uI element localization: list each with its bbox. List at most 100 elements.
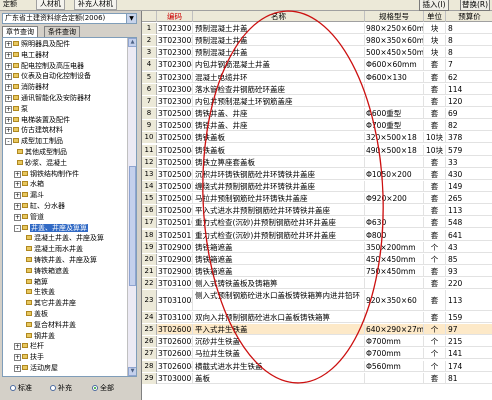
table-row[interactable]: 17 3T025010 重力式检查(沉砂)井预制钢筋砼井环井盖座 Φ630 套 548 — [142, 217, 492, 229]
table-row[interactable]: 6 3T023006 落水管检查井钢筋砼环盖座 套 114 — [142, 83, 492, 95]
table-row[interactable]: 15 3T025008 马拉井预制钢筋砼井环铸铁井盖座 Φ920×200 套 265 — [142, 193, 492, 205]
tree-item[interactable]: + 配电控制及高压电器 — [5, 62, 84, 71]
expand-icon[interactable]: + — [5, 116, 12, 124]
collapse-icon[interactable]: - — [5, 138, 12, 146]
radio-supplement[interactable]: 补充 — [50, 383, 72, 393]
header-name[interactable]: 名称 — [193, 11, 365, 22]
tab-supplement-materials[interactable]: 补充人材机 — [74, 0, 117, 10]
table-row[interactable]: 10 3T025003 铸铁盖板 320×500×18 10块 378 — [142, 132, 492, 144]
tab-chapter-search[interactable]: 章节查询 — [2, 26, 38, 37]
header-unit[interactable]: 单位 — [424, 11, 446, 22]
tree-item[interactable]: 箱箅 — [23, 278, 48, 287]
header-code[interactable]: 编码 — [157, 11, 193, 22]
table-row[interactable]: 16 3T025009 平入式进水井预制钢筋砼井环铸铁井盖座 套 113 — [142, 205, 492, 217]
tree-item[interactable]: 砂浆、混凝土 — [14, 159, 67, 168]
expand-icon[interactable]: + — [14, 203, 21, 210]
collapse-icon[interactable]: - — [14, 224, 21, 232]
expand-icon[interactable]: + — [14, 343, 21, 351]
table-row[interactable]: 19 3T029001 铸铁箱遮盖 350×200mm 个 43 — [142, 241, 492, 253]
expand-icon[interactable]: + — [5, 127, 12, 135]
tree-item[interactable]: + 消防器材 — [5, 83, 49, 92]
tree-item[interactable]: + 仿古建筑材料 — [5, 126, 63, 135]
tree-item[interactable]: + 水箱 — [14, 180, 44, 189]
expand-icon[interactable]: + — [5, 95, 12, 102]
tree-item[interactable]: 钢井盖 — [23, 332, 55, 341]
tree-item[interactable]: 生铁盖 — [23, 288, 55, 297]
table-row[interactable]: 23 3T031002 侧入式预制钢筋砼进水口盖板铸铁箱箅内进井铅环 920×350×… — [142, 290, 492, 312]
expand-icon[interactable]: + — [14, 365, 21, 372]
tree-item[interactable]: 其它井盖井座 — [23, 299, 76, 308]
tree-item[interactable]: - 井盖、井座及箅箅 — [14, 223, 88, 233]
tree-scrollbar[interactable]: ▲ ▼ — [127, 38, 136, 376]
expand-icon[interactable]: + — [14, 213, 21, 221]
expand-icon[interactable]: + — [5, 84, 12, 92]
table-row[interactable]: 4 3T023004 内包井钢筋混凝土井盖 Φ600×60mm 套 7 — [142, 59, 492, 71]
insert-button[interactable]: 插入(I) — [419, 0, 449, 11]
table-row[interactable]: 29 3T030001 盖板 套 81 — [142, 372, 492, 384]
tree-item[interactable]: 复合材料井盖 — [23, 321, 76, 330]
tree-item[interactable]: 盖板 — [23, 310, 48, 319]
tree-item[interactable]: + 仪表及自动化控制设备 — [5, 72, 91, 81]
expand-icon[interactable]: + — [14, 170, 21, 178]
tree-item[interactable]: + 扶手 — [14, 353, 44, 362]
tree-item[interactable]: + 电梯装置及配件 — [5, 116, 70, 125]
expand-icon[interactable]: + — [5, 41, 12, 48]
tree-item[interactable]: 混凝土雨水井盖 — [23, 245, 83, 254]
tree-item[interactable]: 铸铁井盖、井座及箅 — [23, 256, 97, 265]
tab-materials[interactable]: 人材机 — [36, 0, 65, 10]
radio-standard[interactable]: 标准 — [10, 383, 32, 393]
scroll-up-icon[interactable]: ▲ — [128, 38, 136, 47]
table-row[interactable]: 22 3T031001 侧入式铸铁盖板及铸箱箅 套 220 — [142, 278, 492, 290]
tab-condition-search[interactable]: 条件查询 — [44, 26, 80, 37]
tree-item[interactable]: + 钢铁结构制作件 — [14, 170, 79, 179]
table-row[interactable]: 12 3T025005 铸铁立箅座套盖板 套 33 — [142, 156, 492, 168]
tree-item[interactable]: - 成型加工制品 — [5, 137, 63, 146]
expand-icon[interactable]: + — [5, 51, 12, 59]
table-row[interactable]: 18 3T025011 重力式检查(沉砂)井预制钢筋砼井环井盖座 Φ800 套 641 — [142, 229, 492, 241]
tree-item[interactable]: + 管道 — [14, 213, 44, 222]
header-price[interactable]: 预算价 — [446, 11, 492, 22]
scroll-down-icon[interactable]: ▼ — [128, 367, 136, 376]
tree-item[interactable]: 其他成型制品 — [14, 148, 67, 157]
table-row[interactable]: 20 3T029002 铸铁箱遮盖 450×450mm 个 85 — [142, 253, 492, 265]
scroll-thumb[interactable] — [129, 166, 136, 286]
tree-item[interactable]: + 缸、分水器 — [14, 202, 65, 211]
table-row[interactable]: 5 3T023005 混凝土电缆井环 Φ600×130 套 62 — [142, 71, 492, 83]
table-row[interactable]: 24 3T031003 双向入井预制钢筋砼进水口盖板铸铁箱箅 套 159 — [142, 311, 492, 323]
table-row[interactable]: 9 3T025002 铸铁井盖、井座 Φ700重型套 82 — [142, 120, 492, 132]
table-row[interactable]: 13 3T025006 沉积井环铸铁钢筋砼井环铸铁井盖座 Φ1050×200 套 430 — [142, 168, 492, 180]
department-select[interactable]: 广东省土建资料综合定额(2006) ▼ — [2, 13, 137, 24]
tree-item[interactable]: 混凝土井盖、井座及箅 — [23, 234, 104, 243]
expand-icon[interactable]: + — [14, 192, 21, 200]
tree-item[interactable]: + 电工器材 — [5, 51, 49, 60]
tree-item[interactable]: + 照明器具及配件 — [5, 40, 70, 49]
table-row[interactable]: 23T023002预制混凝土井盖980×350×60mm块8 — [142, 35, 492, 47]
expand-icon[interactable]: + — [5, 73, 12, 81]
tree-item[interactable]: + 泵 — [5, 105, 28, 114]
table-row[interactable]: 14 3T025007 缠绕式井预制钢筋砼井环铸铁井盖座 套 149 — [142, 180, 492, 193]
radio-all[interactable]: 全部 — [92, 383, 114, 393]
expand-icon[interactable]: + — [14, 354, 21, 362]
tree-item[interactable]: + 漏斗 — [14, 191, 44, 200]
table-row[interactable]: 33T023003预制混凝土井盖500×450×50mm块8 — [142, 47, 492, 59]
table-row[interactable]: 21 3T029003 铸铁箱遮盖 750×450mm 套 93 — [142, 266, 492, 278]
replace-button[interactable]: 替换(R) — [460, 0, 490, 11]
table-row[interactable]: 11 3T025004 铸铁盖板 490×500×18 10块 579 — [142, 144, 492, 156]
expand-icon[interactable]: + — [14, 181, 21, 189]
tree-item[interactable]: 铸铁箱遮盖 — [23, 267, 69, 276]
table-row[interactable]: 26 3T026002 沉砂井生铁盖 Φ700mm 个 215 — [142, 336, 492, 348]
chevron-down-icon[interactable]: ▼ — [126, 14, 136, 23]
tree-item[interactable]: + 通讯智能化及安防器材 — [5, 94, 91, 103]
table-row[interactable]: 28 3T026004 横截式进水井生铁盖 Φ560mm 个 174 — [142, 360, 492, 372]
table-row[interactable]: 253T026001平入式井生铁盖640×290×27mm个97 — [142, 324, 492, 336]
tree-item[interactable]: + 活动房屋 — [14, 364, 58, 373]
table-row[interactable]: 8 3T025001 铸铁井盖、井座 Φ600重型套 69 — [142, 108, 492, 120]
header-spec[interactable]: 规格型号 — [365, 11, 424, 22]
expand-icon[interactable]: + — [5, 105, 12, 113]
tree-item[interactable]: + 栏杆 — [14, 342, 44, 351]
expand-icon[interactable]: + — [5, 62, 12, 70]
table-row[interactable]: 7 3T023007 内包井预制混凝土环钢筋盖座 套 120 — [142, 95, 492, 107]
tab-quota[interactable]: 定额 — [0, 0, 20, 10]
table-row[interactable]: 27 3T026003 马拉井生铁盖 Φ700mm 个 141 — [142, 348, 492, 360]
table-row[interactable]: 13T023001预制混凝土井盖980×250×60mm块8 — [142, 23, 492, 35]
